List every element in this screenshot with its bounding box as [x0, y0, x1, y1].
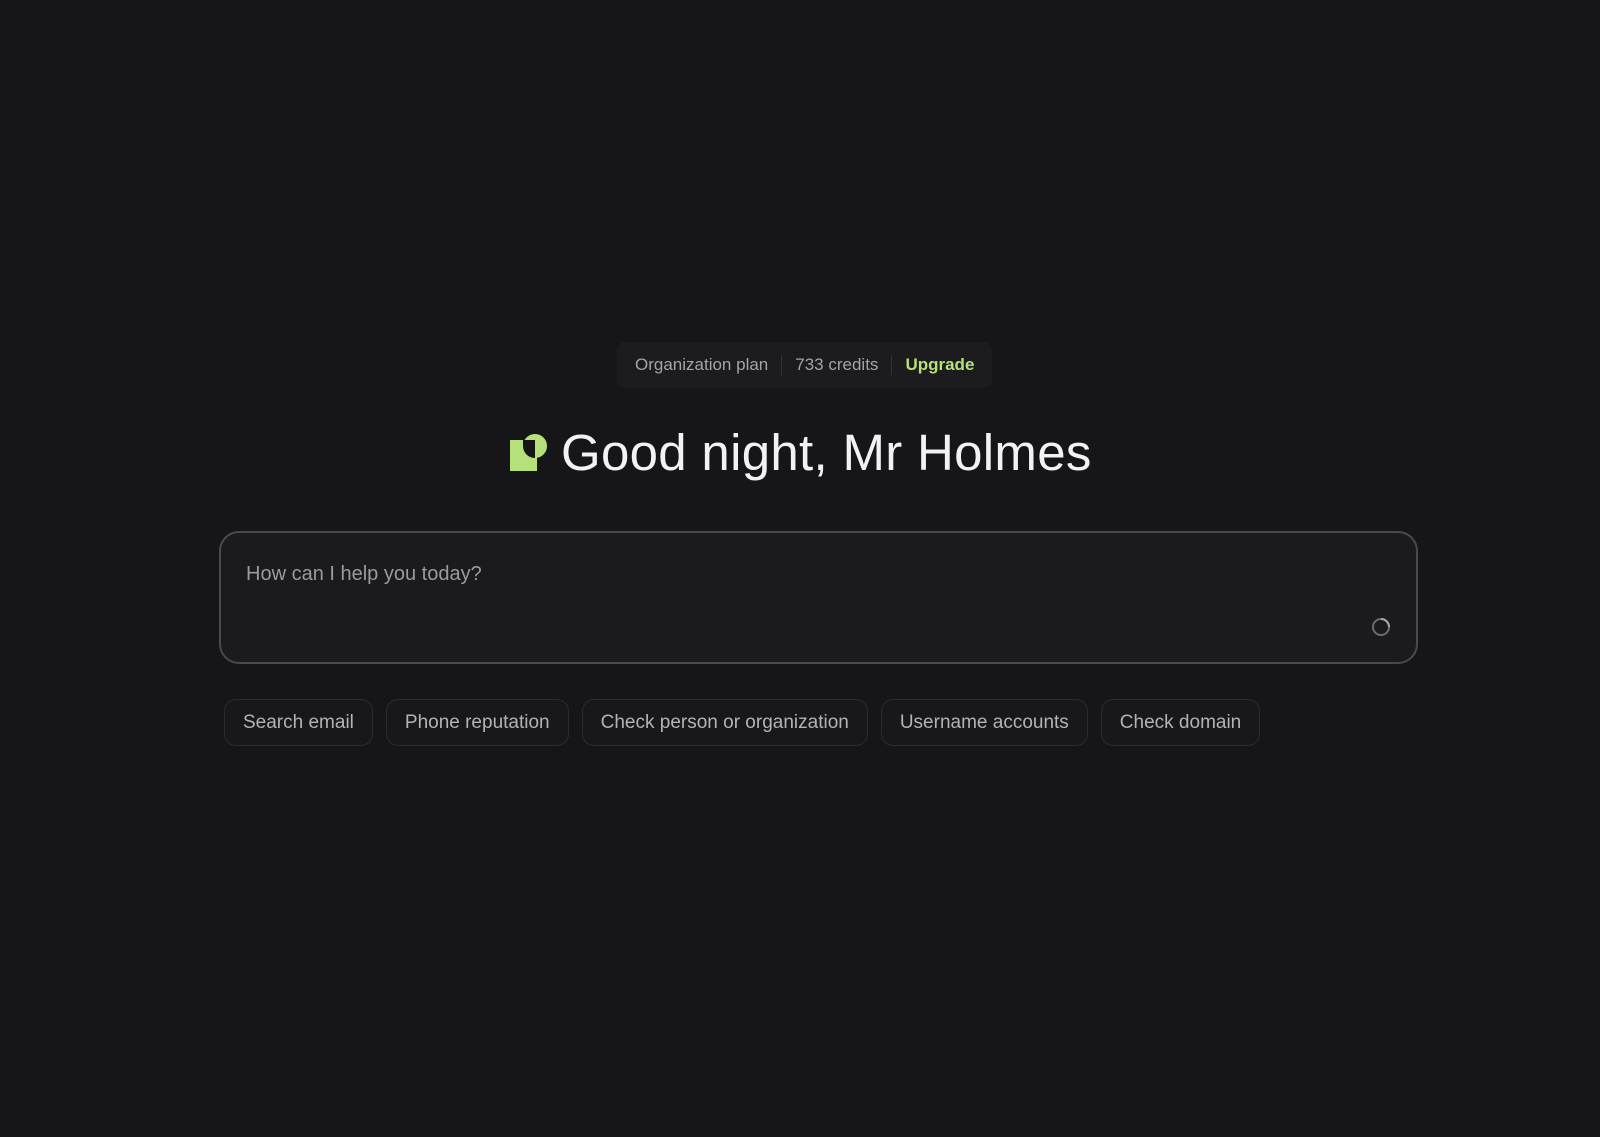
plan-label: Organization plan — [635, 355, 769, 374]
plan-divider — [891, 355, 893, 375]
prompt-input[interactable] — [246, 559, 1326, 589]
prompt-box[interactable] — [219, 531, 1418, 664]
suggestion-chips: Search email Phone reputation Check pers… — [224, 699, 1261, 746]
greeting-text: Good night, Mr Holmes — [561, 423, 1092, 481]
chip-search-email[interactable]: Search email — [224, 699, 373, 746]
brand-logo-icon — [510, 433, 547, 471]
chip-check-domain[interactable]: Check domain — [1100, 699, 1261, 746]
greeting-heading: Good night, Mr Holmes — [510, 418, 1092, 486]
chip-username-accounts[interactable]: Username accounts — [880, 699, 1088, 746]
plan-status-bar: Organization plan 733 credits Upgrade — [617, 342, 993, 388]
plan-divider — [781, 355, 783, 375]
credits-label: 733 credits — [795, 355, 879, 374]
chip-phone-reputation[interactable]: Phone reputation — [385, 699, 569, 746]
loading-spinner-icon — [1372, 618, 1390, 636]
chip-check-person-or-organization[interactable]: Check person or organization — [581, 699, 868, 746]
upgrade-link[interactable]: Upgrade — [905, 355, 974, 375]
